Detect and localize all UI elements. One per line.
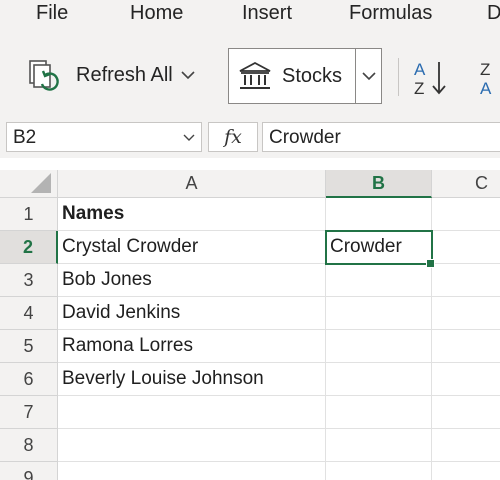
ribbon-divider [398, 58, 399, 96]
select-all-button[interactable] [0, 170, 58, 198]
column-header-a[interactable]: A [58, 170, 326, 198]
menu-bar: File Home Insert Formulas D [0, 0, 500, 32]
tab-formulas[interactable]: Formulas [349, 2, 432, 25]
cell-a2[interactable]: Crystal Crowder [58, 231, 326, 264]
cell-c5[interactable] [432, 330, 500, 363]
chevron-down-icon [362, 72, 376, 81]
cell-b6[interactable] [326, 363, 432, 396]
cell-c8[interactable] [432, 429, 500, 462]
name-box-value: B2 [13, 127, 37, 148]
formula-bar: B2 fx Crowder [0, 112, 500, 158]
cell-c4[interactable] [432, 297, 500, 330]
row-header-4[interactable]: 4 [0, 297, 58, 330]
sort-a-to-z-icon[interactable]: A Z [412, 56, 448, 100]
select-all-triangle-icon [31, 173, 51, 193]
cell-b1[interactable] [326, 198, 432, 231]
refresh-all-icon [29, 60, 59, 91]
cell-b8[interactable] [326, 429, 432, 462]
column-header-b[interactable]: B [326, 170, 432, 198]
cell-b5[interactable] [326, 330, 432, 363]
cell-c6[interactable] [432, 363, 500, 396]
stocks-data-type: Stocks [228, 48, 382, 104]
cell-c3[interactable] [432, 264, 500, 297]
cell-a9[interactable] [58, 462, 326, 480]
row-header-2[interactable]: 2 [0, 231, 58, 264]
insert-function-button[interactable]: fx [208, 122, 258, 152]
cell-b7[interactable] [326, 396, 432, 429]
row-header-8[interactable]: 8 [0, 429, 58, 462]
cell-c2[interactable] [432, 231, 500, 264]
column-header-c[interactable]: C [432, 170, 500, 198]
cell-c9[interactable] [432, 462, 500, 480]
row-header-7[interactable]: 7 [0, 396, 58, 429]
chevron-down-icon[interactable] [181, 70, 195, 80]
cell-a1[interactable]: Names [58, 198, 326, 231]
refresh-all-button[interactable]: Refresh All [24, 58, 195, 92]
stocks-label: Stocks [282, 64, 343, 87]
cell-a7[interactable] [58, 396, 326, 429]
cell-b9[interactable] [326, 462, 432, 480]
formula-input[interactable]: Crowder [262, 122, 500, 152]
cell-b3[interactable] [326, 264, 432, 297]
cell-b4[interactable] [326, 297, 432, 330]
cell-b2[interactable]: Crowder [326, 231, 432, 264]
tab-home[interactable]: Home [130, 2, 183, 25]
svg-text:Z: Z [414, 79, 424, 98]
svg-text:A: A [414, 60, 426, 79]
fill-handle[interactable] [426, 259, 435, 268]
cell-a5[interactable]: Ramona Lorres [58, 330, 326, 363]
row-header-1[interactable]: 1 [0, 198, 58, 231]
worksheet-grid: A B C 1 Names 2 Crystal Crowder Crowder … [0, 158, 500, 480]
row-header-9[interactable]: 9 [0, 462, 58, 480]
svg-text:A: A [480, 79, 492, 98]
stocks-dropdown[interactable] [355, 49, 382, 103]
formula-value: Crowder [269, 127, 341, 148]
row-header-6[interactable]: 6 [0, 363, 58, 396]
cell-a3[interactable]: Bob Jones [58, 264, 326, 297]
cell-c1[interactable] [432, 198, 500, 231]
cell-a8[interactable] [58, 429, 326, 462]
name-box[interactable]: B2 [6, 122, 202, 152]
tab-insert[interactable]: Insert [242, 2, 292, 25]
tab-data[interactable]: D [487, 2, 500, 25]
refresh-all-label: Refresh All [76, 63, 173, 86]
fx-icon: fx [224, 126, 242, 148]
cell-a6[interactable]: Beverly Louise Johnson [58, 363, 326, 396]
chevron-down-icon[interactable] [183, 133, 195, 142]
ribbon: Refresh All Stocks A Z Z A [0, 32, 500, 113]
cell-a4[interactable]: David Jenkins [58, 297, 326, 330]
sort-z-to-a-icon[interactable]: Z A [476, 56, 500, 100]
stocks-button[interactable]: Stocks [229, 49, 355, 103]
tab-file[interactable]: File [36, 2, 68, 25]
svg-text:Z: Z [480, 60, 490, 79]
cell-c7[interactable] [432, 396, 500, 429]
row-header-5[interactable]: 5 [0, 330, 58, 363]
row-header-3[interactable]: 3 [0, 264, 58, 297]
bank-icon [239, 61, 271, 89]
